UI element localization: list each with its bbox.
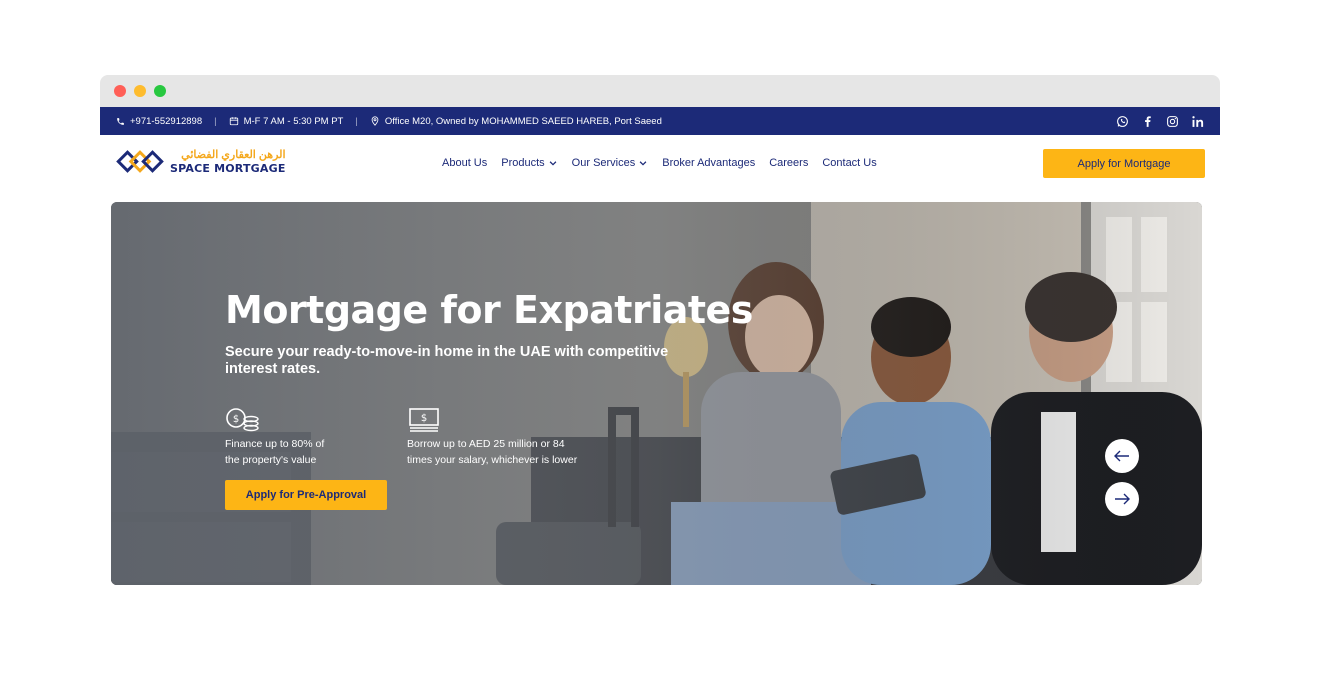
logo-arabic-text: الرهن العقاري الفضائي (181, 149, 286, 161)
carousel-next-button[interactable] (1105, 482, 1139, 516)
instagram-icon[interactable] (1166, 115, 1179, 128)
feature-item: $ Finance up to 80% of the property's va… (225, 407, 407, 469)
top-info-bar: +971-552912898 | M-F 7 AM - 5:30 PM PT |… (100, 107, 1220, 135)
nav-item-label: Broker Advantages (662, 157, 756, 169)
feature-list: $ Finance up to 80% of the property's va… (225, 407, 753, 469)
phone-icon (117, 117, 124, 125)
nav-item-our-services[interactable]: Our Services (572, 157, 649, 169)
linkedin-icon[interactable] (1191, 115, 1206, 128)
hero-subtitle: Secure your ready-to-move-in home in the… (225, 344, 669, 378)
window-chrome (100, 75, 1220, 107)
arrow-left-icon (1114, 450, 1129, 462)
nav-item-label: Careers (769, 157, 809, 169)
space-mortgage-logo[interactable]: الرهن العقاري الفضائي SPACE MORTGAGE (116, 147, 286, 177)
nav-item-broker-advantages[interactable]: Broker Advantages (662, 157, 755, 169)
nav-item-products[interactable]: Products (501, 157, 557, 169)
divider: | (355, 115, 358, 127)
hero-title: Mortgage for Expatriates (225, 288, 753, 332)
feature-line-2: times your salary, whichever is lower (407, 453, 578, 466)
nav-menu: About Us Products Our Services Broker Ad… (442, 135, 877, 191)
whatsapp-icon[interactable] (1116, 115, 1129, 128)
apply-for-mortgage-button[interactable]: Apply for Mortgage (1043, 149, 1205, 178)
hero-banner: Mortgage for Expatriates Secure your rea… (111, 202, 1202, 585)
feature-line-1: Borrow up to AED 25 million or 84 (407, 437, 565, 450)
main-navbar: الرهن العقاري الفضائي SPACE MORTGAGE Abo… (100, 135, 1220, 191)
maximize-window-button[interactable] (154, 85, 166, 97)
facebook-icon[interactable] (1141, 115, 1154, 128)
hours-text: M-F 7 AM - 5:30 PM PT (243, 115, 344, 127)
hero-content: Mortgage for Expatriates Secure your rea… (225, 288, 753, 511)
carousel-prev-button[interactable] (1105, 439, 1139, 473)
phone-contact[interactable]: +971-552912898 (116, 116, 202, 127)
calendar-icon (229, 117, 238, 126)
phone-text: +971-552912898 (130, 115, 203, 127)
office-hours: M-F 7 AM - 5:30 PM PT (229, 115, 344, 127)
chevron-down-icon (639, 161, 647, 166)
close-window-button[interactable] (114, 85, 126, 97)
nav-item-label: Our Services (571, 157, 636, 169)
apply-for-pre-approval-button[interactable]: Apply for Pre-Approval (225, 480, 387, 511)
cash-icon: $ (409, 407, 439, 432)
nav-item-contact-us[interactable]: Contact Us (822, 157, 876, 169)
nav-item-careers[interactable]: Careers (769, 157, 808, 169)
feature-line-1: Finance up to 80% of (225, 437, 325, 450)
browser-window: +971-552912898 | M-F 7 AM - 5:30 PM PT |… (100, 75, 1220, 599)
logo-mark-icon (116, 150, 164, 173)
svg-text:$: $ (233, 414, 239, 425)
address-text: Office M20, Owned by MOHAMMED SAEED HARE… (384, 115, 662, 127)
arrow-right-icon (1115, 493, 1130, 505)
office-address[interactable]: Office M20, Owned by MOHAMMED SAEED HARE… (370, 116, 662, 127)
divider: | (214, 115, 217, 127)
svg-text:$: $ (421, 413, 427, 424)
logo-english-text: SPACE MORTGAGE (170, 162, 286, 175)
chevron-down-icon (549, 161, 557, 166)
nav-item-label: About Us (442, 157, 488, 169)
nav-item-about-us[interactable]: About Us (442, 157, 487, 169)
feature-item: $ Borrow up to AED 25 million or 84 time… (407, 407, 589, 469)
minimize-window-button[interactable] (134, 85, 146, 97)
location-pin-icon (371, 116, 379, 126)
coins-icon: $ (226, 407, 259, 431)
nav-item-label: Products (501, 157, 545, 169)
nav-item-label: Contact Us (822, 157, 877, 169)
feature-line-2: the property's value (225, 453, 317, 466)
